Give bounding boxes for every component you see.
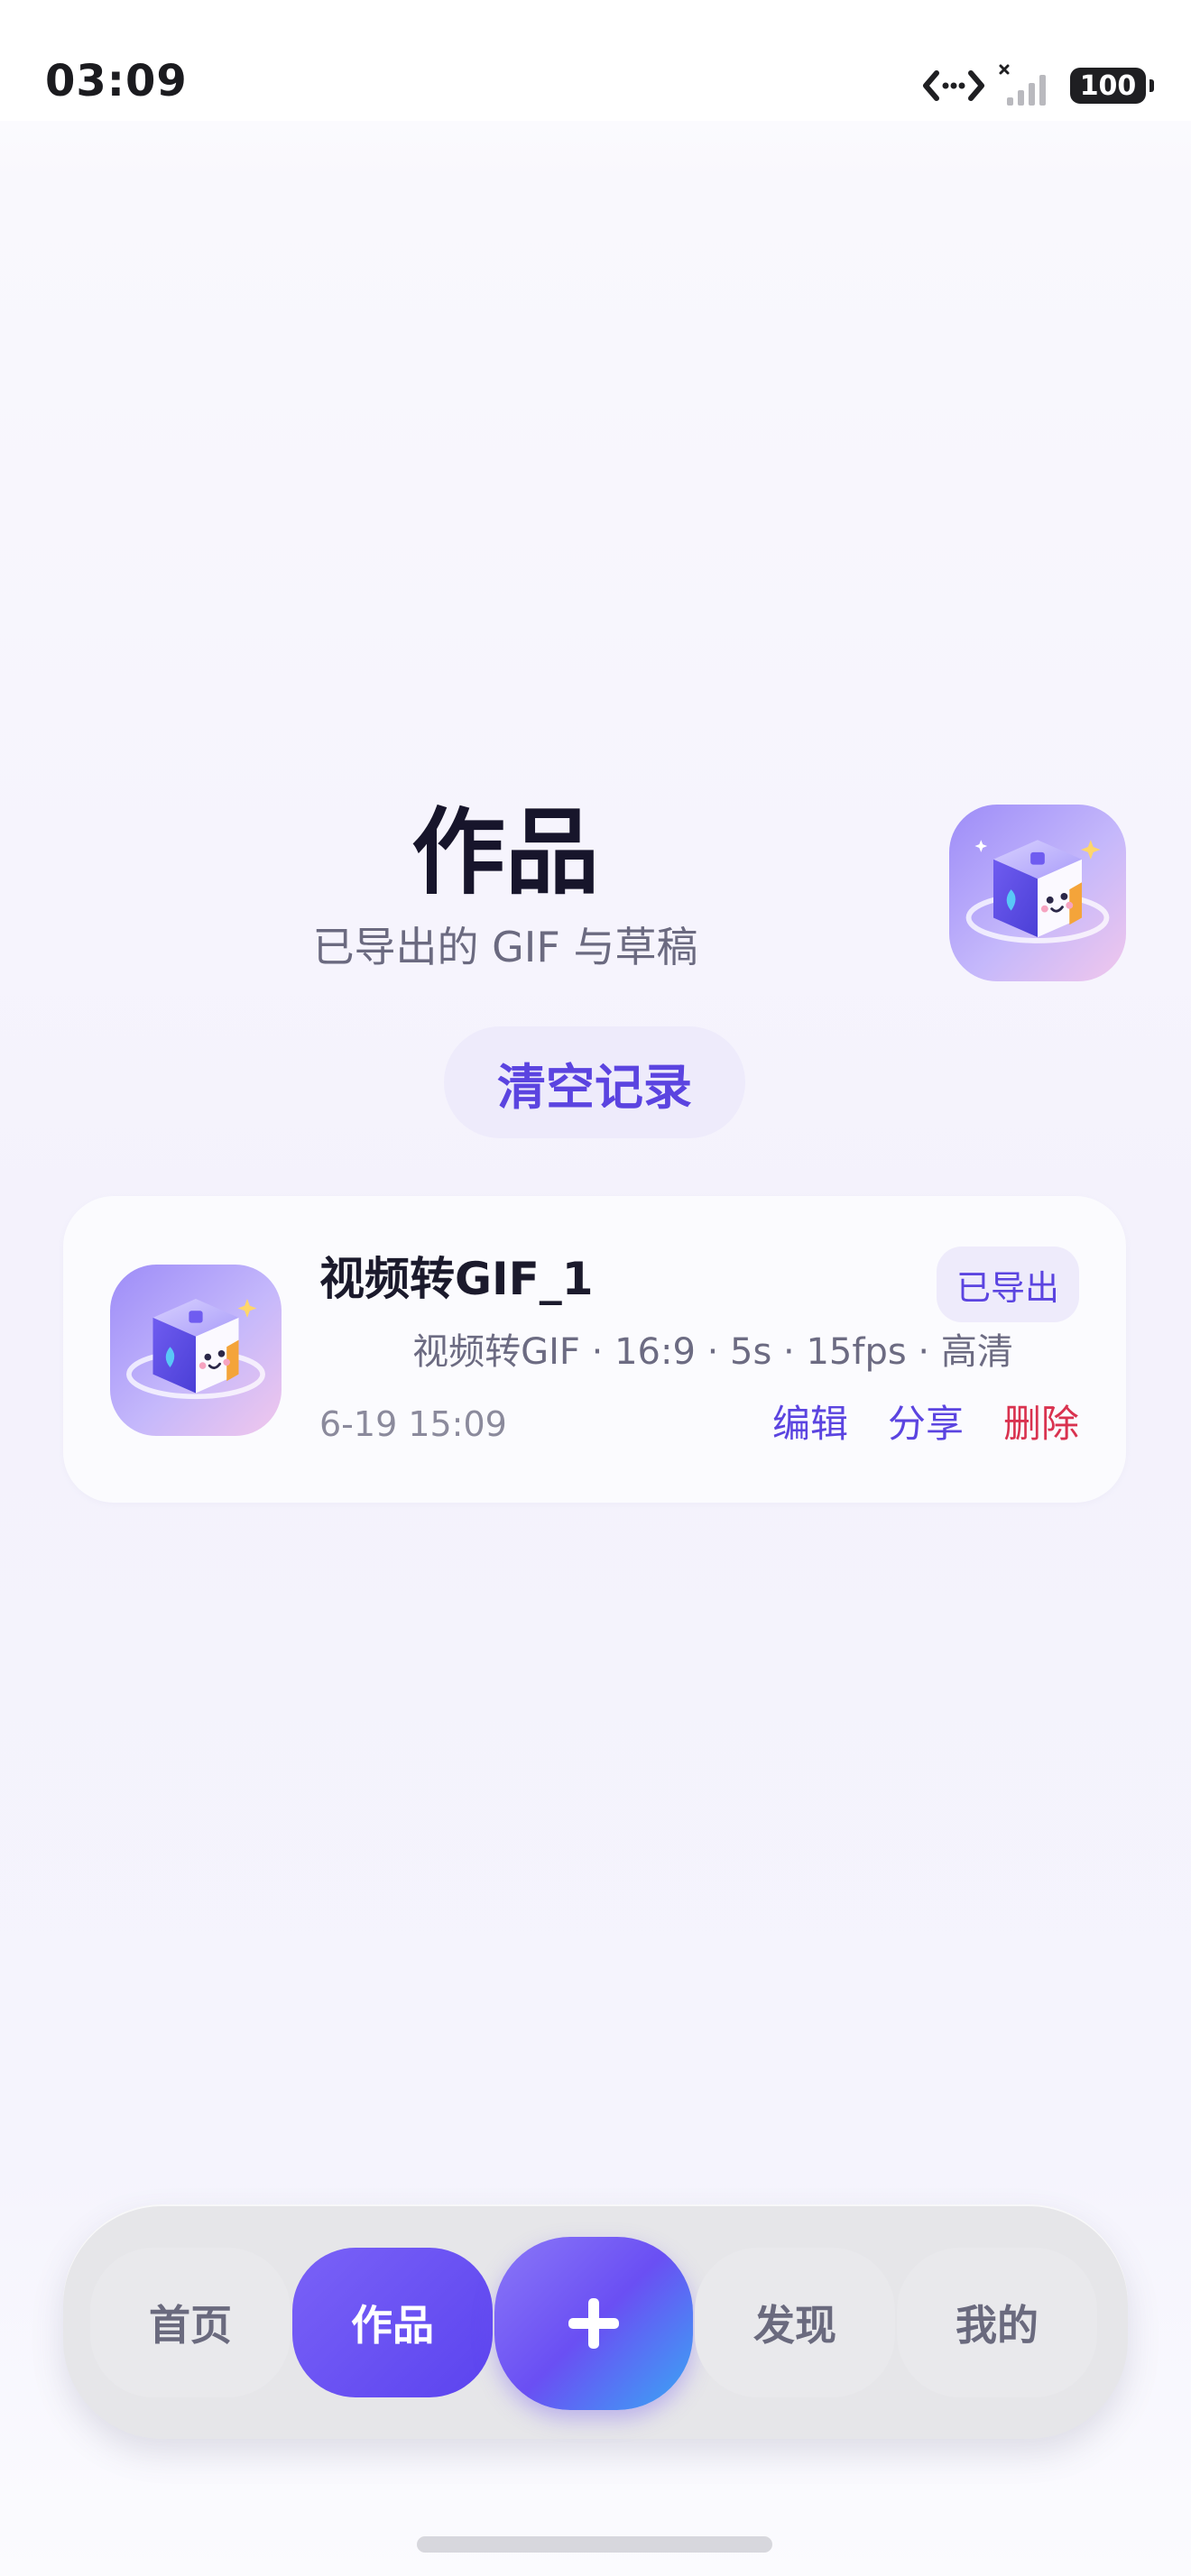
create-button[interactable] <box>494 2237 693 2410</box>
nav-tab-mine[interactable]: 我的 <box>897 2248 1097 2397</box>
battery-icon: 100 <box>1070 68 1154 104</box>
data-transfer-icon <box>923 70 984 101</box>
status-time: 03:09 <box>45 56 188 106</box>
app-logo-icon <box>949 805 1126 981</box>
work-title: 视频转GIF_1 <box>319 1253 594 1305</box>
home-indicator[interactable] <box>417 2536 772 2553</box>
work-thumbnail-icon <box>110 1265 282 1436</box>
signal-icon <box>999 64 1046 106</box>
work-card[interactable]: 视频转GIF_1 已导出 视频转GIF · 16:9 · 5s · 15fps … <box>63 1196 1126 1503</box>
share-button[interactable]: 分享 <box>888 1400 964 1449</box>
work-meta: 视频转GIF · 16:9 · 5s · 15fps · 高清 <box>412 1331 1013 1373</box>
nav-tab-home[interactable]: 首页 <box>90 2248 291 2397</box>
status-badge: 已导出 <box>937 1247 1079 1322</box>
status-icons: 100 <box>922 63 1154 108</box>
nav-tab-discover[interactable]: 发现 <box>695 2248 895 2397</box>
delete-button[interactable]: 删除 <box>1003 1400 1079 1449</box>
work-actions: 编辑 分享 删除 <box>772 1400 1079 1449</box>
page-title: 作品 <box>411 797 599 907</box>
bottom-nav: 首页 作品 发现 我的 <box>63 2204 1128 2439</box>
status-bar: 03:09 100 <box>0 0 1191 121</box>
clear-records-button[interactable]: 清空记录 <box>444 1026 745 1138</box>
plus-icon <box>568 2298 619 2349</box>
work-timestamp: 6-19 15:09 <box>319 1404 507 1444</box>
battery-level: 100 <box>1079 69 1137 102</box>
page-subtitle: 已导出的 GIF 与草稿 <box>312 923 698 971</box>
nav-tab-works[interactable]: 作品 <box>292 2248 493 2397</box>
edit-button[interactable]: 编辑 <box>772 1400 848 1449</box>
